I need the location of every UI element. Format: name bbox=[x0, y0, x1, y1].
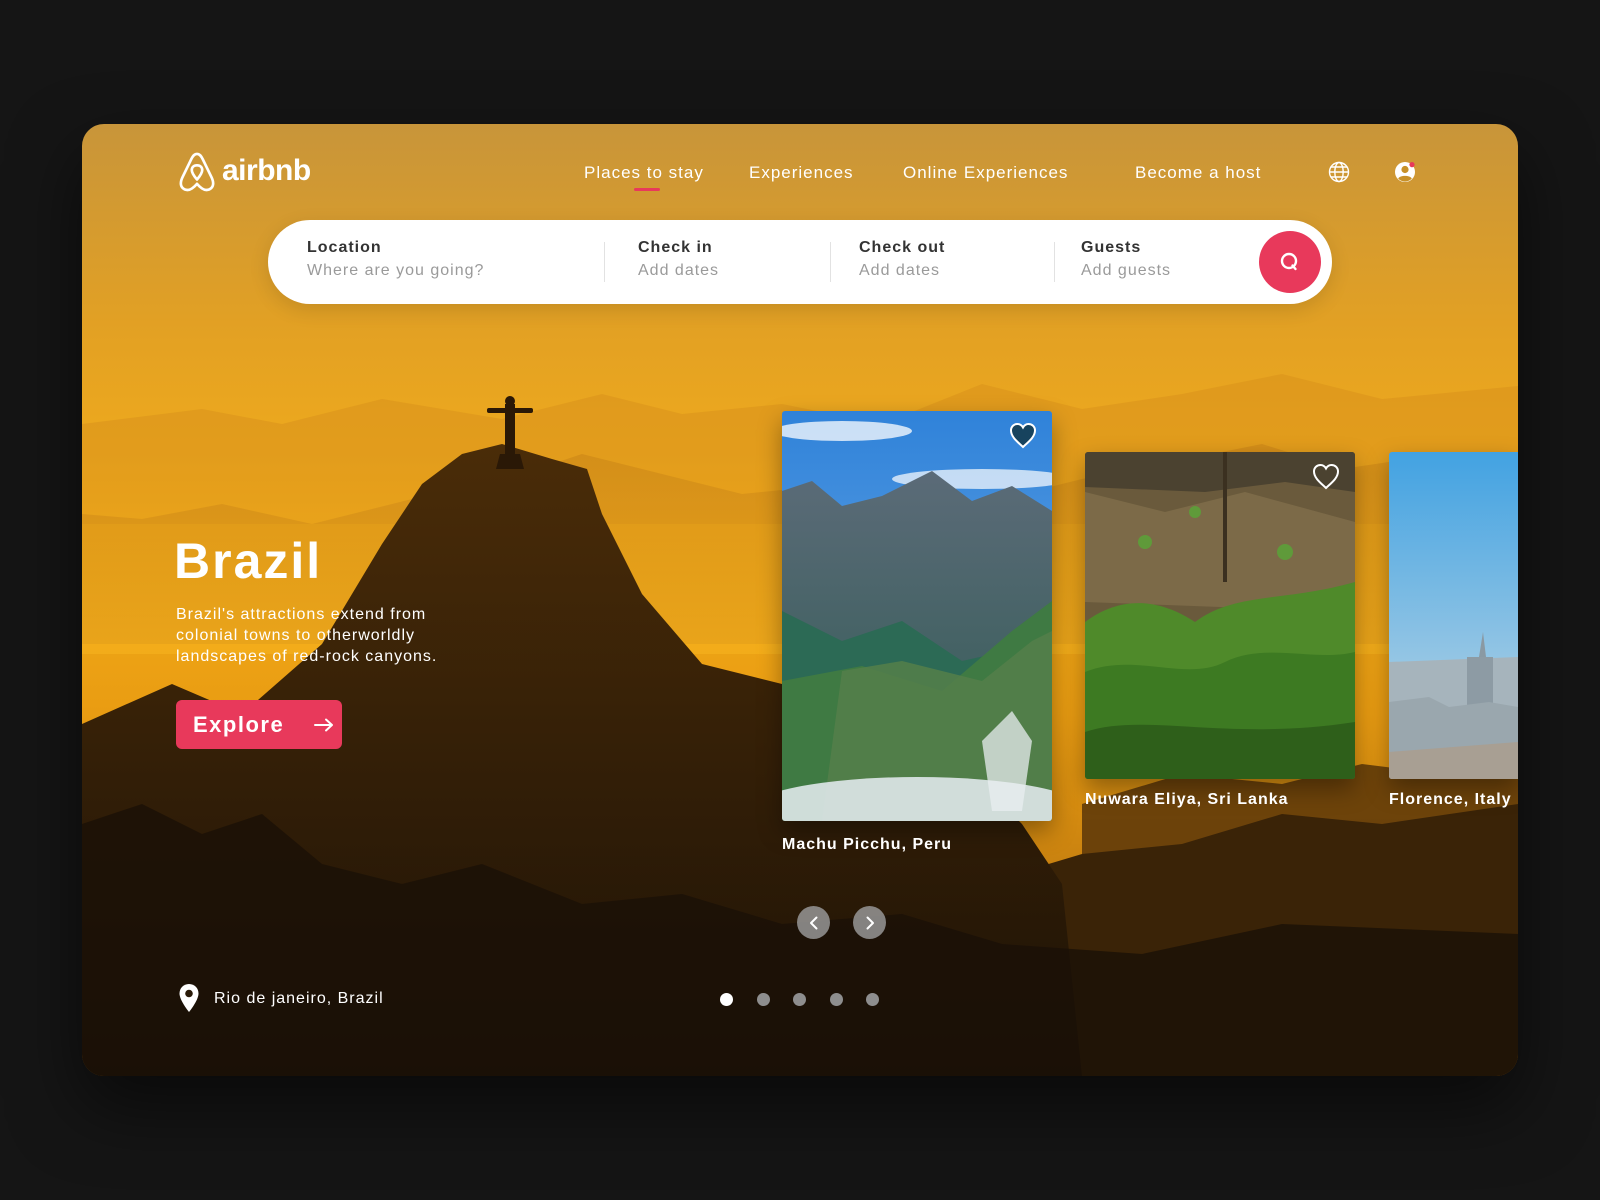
nav-places-to-stay[interactable]: Places to stay bbox=[584, 163, 704, 183]
arrow-right-icon bbox=[314, 718, 334, 731]
explore-button-label: Explore bbox=[193, 711, 285, 737]
carousel-dot-2[interactable] bbox=[757, 993, 770, 1006]
location-field[interactable]: Location Where are you going? bbox=[307, 239, 484, 280]
location-input[interactable]: Where are you going? bbox=[307, 262, 484, 280]
search-bar: Location Where are you going? Check in A… bbox=[268, 220, 1332, 304]
check-in-label: Check in bbox=[638, 239, 713, 256]
carousel-dot-5[interactable] bbox=[866, 993, 879, 1006]
check-out-label: Check out bbox=[859, 239, 946, 256]
globe-icon[interactable] bbox=[1327, 160, 1351, 184]
airbnb-logo[interactable]: airbnb bbox=[178, 150, 311, 192]
card-photo bbox=[1085, 452, 1355, 779]
check-in-input[interactable]: Add dates bbox=[638, 262, 719, 280]
guests-input[interactable]: Add guests bbox=[1081, 262, 1171, 280]
search-divider bbox=[604, 242, 605, 282]
mountain-photo bbox=[782, 411, 1052, 821]
explore-button[interactable]: Explore bbox=[176, 700, 342, 749]
card-caption: Nuwara Eliya, Sri Lanka bbox=[1085, 791, 1289, 808]
active-nav-indicator bbox=[634, 188, 660, 191]
destination-card[interactable]: Florence, Italy bbox=[1389, 452, 1518, 812]
nav-experiences[interactable]: Experiences bbox=[749, 163, 854, 183]
card-photo bbox=[1389, 452, 1518, 779]
location-label: Location bbox=[307, 239, 382, 256]
app-window: airbnb Places to stay Experiences Online… bbox=[82, 124, 1518, 1076]
guests-label: Guests bbox=[1081, 239, 1142, 256]
check-out-input[interactable]: Add dates bbox=[859, 262, 945, 280]
carousel-dot-3[interactable] bbox=[793, 993, 806, 1006]
carousel-dot-4[interactable] bbox=[830, 993, 843, 1006]
destination-card[interactable]: Machu Picchu, Peru bbox=[782, 411, 1052, 881]
user-icon[interactable] bbox=[1393, 160, 1417, 184]
guests-field[interactable]: Guests Add guests bbox=[1081, 239, 1171, 280]
check-in-field[interactable]: Check in Add dates bbox=[638, 239, 719, 280]
map-pin-icon bbox=[179, 984, 199, 1012]
forest-photo bbox=[1085, 452, 1355, 779]
heart-outline-icon[interactable] bbox=[1311, 462, 1341, 490]
search-icon bbox=[1280, 252, 1298, 271]
carousel-next-button[interactable] bbox=[853, 906, 886, 939]
chevron-left-icon bbox=[809, 916, 817, 929]
check-out-field[interactable]: Check out Add dates bbox=[859, 239, 945, 280]
nav-online-experiences[interactable]: Online Experiences bbox=[903, 163, 1068, 183]
brand-name: airbnb bbox=[222, 154, 311, 187]
search-divider bbox=[1054, 242, 1055, 282]
carousel-prev-button[interactable] bbox=[797, 906, 830, 939]
current-location-text: Rio de janeiro, Brazil bbox=[214, 990, 384, 1007]
search-divider bbox=[830, 242, 831, 282]
carousel-dot-1[interactable] bbox=[720, 993, 733, 1006]
airbnb-logo-icon bbox=[179, 152, 215, 192]
heart-filled-icon[interactable] bbox=[1008, 421, 1038, 449]
card-caption: Machu Picchu, Peru bbox=[782, 836, 953, 853]
chevron-right-icon bbox=[866, 916, 874, 929]
destination-card[interactable]: Nuwara Eliya, Sri Lanka bbox=[1085, 452, 1355, 812]
card-caption: Florence, Italy bbox=[1389, 791, 1512, 808]
city-photo bbox=[1389, 452, 1518, 779]
destination-description: Brazil's attractions extend from colonia… bbox=[176, 606, 438, 665]
destination-title: Brazil bbox=[174, 533, 323, 589]
nav-become-a-host[interactable]: Become a host bbox=[1135, 163, 1261, 183]
card-photo bbox=[782, 411, 1052, 821]
search-button[interactable] bbox=[1259, 231, 1321, 293]
